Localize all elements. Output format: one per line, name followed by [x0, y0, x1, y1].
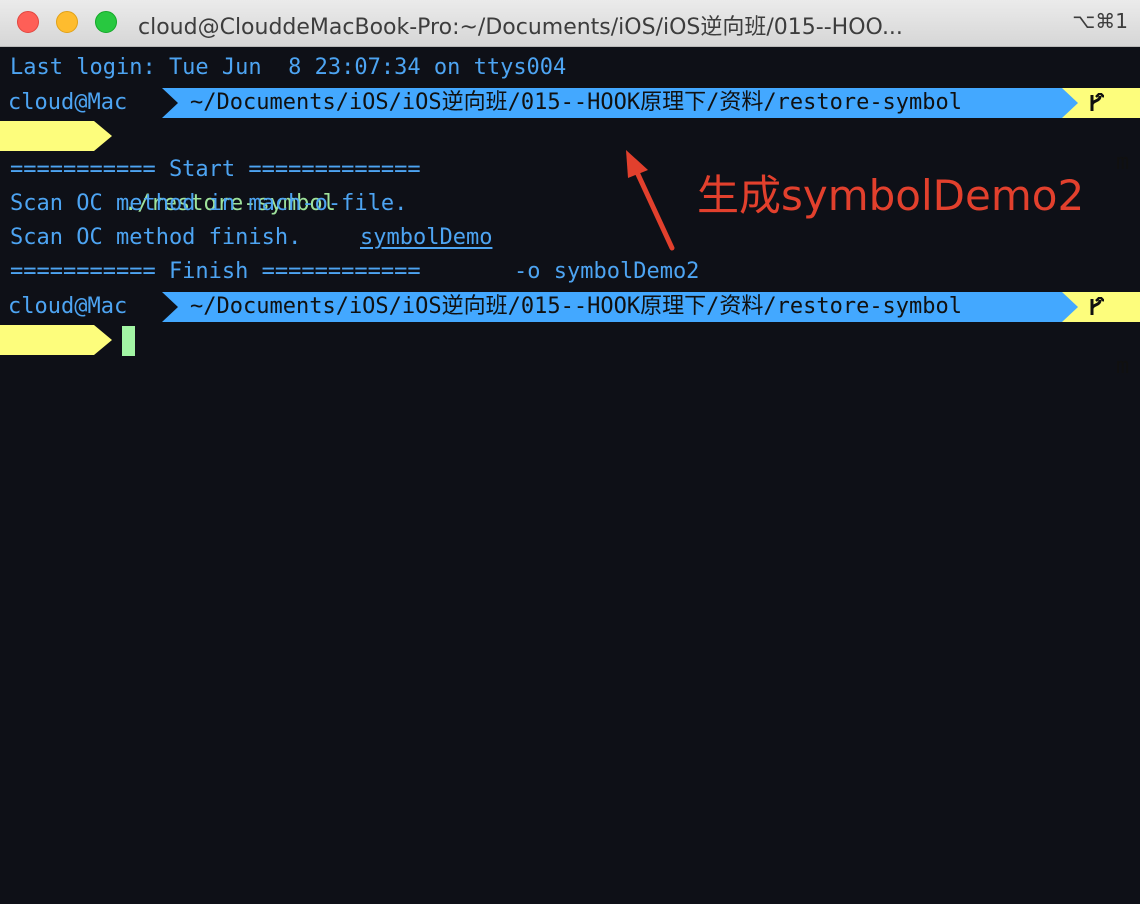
- annotation-arrow-icon: [626, 150, 675, 251]
- terminal-window: cloud@ClouddeMacBook-Pro:~/Documents/iOS…: [0, 0, 1140, 904]
- annotation-label: 生成symbolDemo2: [697, 171, 1085, 220]
